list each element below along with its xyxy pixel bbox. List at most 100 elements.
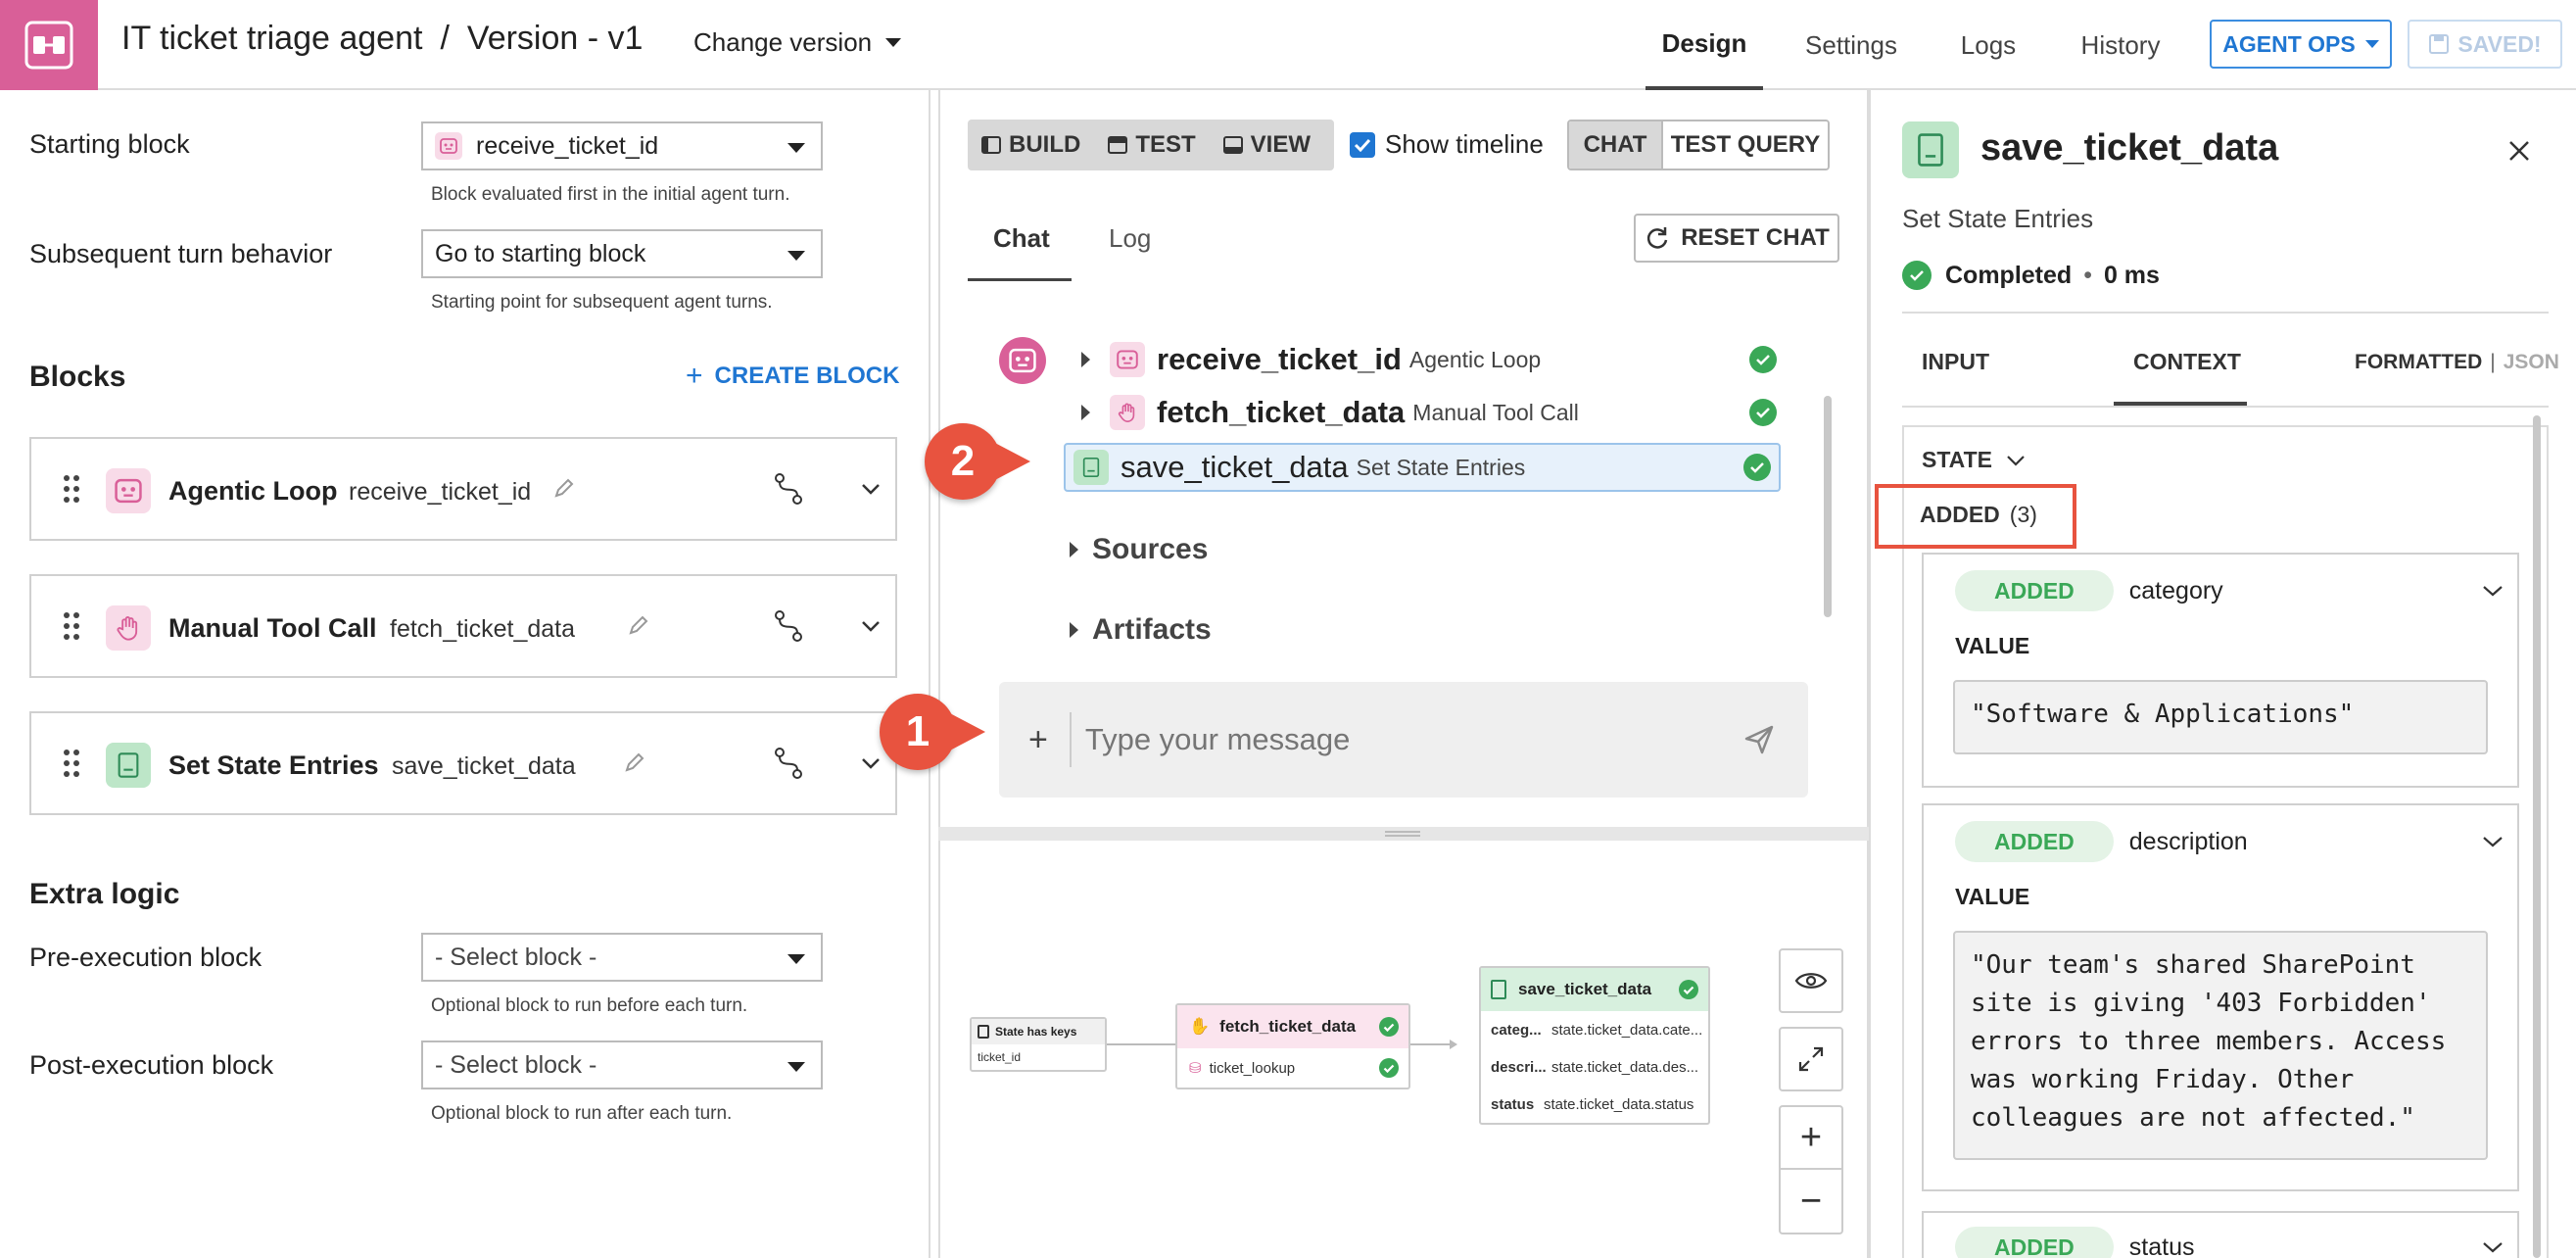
send-icon[interactable] [1743, 724, 1775, 755]
change-version-dropdown[interactable]: Change version [693, 27, 902, 58]
zoom-out-button[interactable]: − [1781, 1170, 1841, 1233]
chevron-down-icon[interactable] [860, 752, 882, 774]
plus-icon[interactable]: + [1028, 721, 1048, 759]
pre-execution-select[interactable]: - Select block - [421, 933, 823, 982]
subsequent-turn-select[interactable]: Go to starting block [421, 229, 823, 278]
tool-name: ticket_lookup [1209, 1059, 1296, 1077]
entry-key: category [2128, 576, 2223, 605]
view-mode-button[interactable]: VIEW [1210, 120, 1324, 170]
scrollbar[interactable] [1824, 396, 1832, 617]
set-state-icon [1073, 450, 1109, 485]
block-type: Manual Tool Call [168, 613, 377, 643]
details-title: save_ticket_data [1980, 127, 2279, 169]
agent-ops-button[interactable]: AGENT OPS [2210, 20, 2392, 69]
added-badge: ADDED [1955, 821, 2114, 862]
close-icon[interactable] [2507, 139, 2531, 163]
timeline-item-fetch-ticket-data[interactable]: fetch_ticket_data Manual Tool Call [1062, 388, 1777, 437]
chevron-down-icon[interactable] [2482, 1240, 2504, 1254]
tab-context[interactable]: CONTEXT [2133, 349, 2241, 375]
active-tab-indicator [968, 278, 1072, 281]
badge-pointer-2 [991, 441, 1030, 482]
annotation-badge-1: 1 [880, 694, 956, 770]
state-section-header[interactable]: STATE [1922, 447, 2026, 473]
nav-history[interactable]: History [2067, 0, 2174, 90]
expand-triangle-icon[interactable] [1081, 405, 1090, 420]
page-title: IT ticket triage agent / Version - v1 [121, 20, 643, 58]
chevron-down-icon[interactable] [860, 478, 882, 500]
chat-mode-button[interactable]: CHAT [1569, 121, 1661, 169]
block-card-agentic-loop[interactable]: Agentic Loop receive_ticket_id [29, 437, 897, 541]
pre-execution-label: Pre-execution block [29, 943, 262, 972]
chevron-down-icon[interactable] [2482, 835, 2504, 848]
chevron-down-icon[interactable] [2482, 584, 2504, 598]
title-separator: / [440, 20, 450, 57]
starting-block-select[interactable]: receive_ticket_id [421, 121, 823, 170]
caret-down-icon [787, 954, 805, 964]
checkbox-checked-icon[interactable] [1350, 131, 1375, 158]
eye-button[interactable] [1779, 948, 1843, 1013]
block-card-manual-tool-call[interactable]: Manual Tool Call fetch_ticket_data [29, 574, 897, 678]
app-logo[interactable] [0, 0, 98, 90]
saved-button[interactable]: SAVED! [2408, 20, 2562, 69]
route-icon[interactable] [772, 609, 805, 643]
flow-node-save-ticket-data[interactable]: save_ticket_data categ... state.ticket_da… [1479, 966, 1710, 1125]
nav-settings[interactable]: Settings [1792, 0, 1910, 90]
tab-log[interactable]: Log [1109, 223, 1151, 254]
entry-header[interactable]: ADDED description [1955, 821, 2504, 862]
pre-execution-help: Optional block to run before each turn. [431, 995, 748, 1016]
block-card-set-state-entries[interactable]: Set State Entries save_ticket_data [29, 711, 897, 815]
route-icon[interactable] [772, 747, 805, 780]
row-value: state.ticket_data.status [1544, 1095, 1694, 1113]
json-toggle[interactable]: JSON [2504, 351, 2559, 374]
edit-pencil-icon[interactable] [552, 476, 576, 500]
message-input[interactable] [1084, 722, 1743, 757]
plus-icon: + [686, 360, 703, 392]
agent-ops-label: AGENT OPS [2222, 30, 2356, 57]
nav-logs[interactable]: Logs [1939, 0, 2037, 90]
sources-section[interactable]: Sources [1070, 533, 1208, 566]
flow-node-state[interactable]: State has keys ticket_id [970, 1017, 1107, 1072]
edit-pencil-icon[interactable] [627, 613, 650, 637]
state-entry-status: ADDED status [1922, 1211, 2519, 1258]
entry-header[interactable]: ADDED category [1955, 570, 2504, 611]
test-mode-button[interactable]: TEST [1094, 120, 1209, 170]
drag-handle-icon[interactable] [63, 749, 80, 778]
pre-execution-value: - Select block - [435, 943, 597, 971]
build-mode-button[interactable]: BUILD [968, 120, 1094, 170]
zoom-in-button[interactable]: + [1781, 1107, 1841, 1170]
check-circle-icon [1379, 1058, 1399, 1078]
edit-pencil-icon[interactable] [623, 750, 646, 774]
fit-view-button[interactable] [1779, 1027, 1843, 1091]
layout-icon [1108, 136, 1128, 154]
agent-icon [24, 21, 73, 70]
timeline-item-receive-ticket-id[interactable]: receive_ticket_id Agentic Loop [1062, 335, 1777, 384]
reset-chat-button[interactable]: RESET CHAT [1634, 214, 1839, 263]
test-query-button[interactable]: TEST QUERY [1661, 121, 1828, 169]
flow-node-fetch-ticket-data[interactable]: ✋ fetch_ticket_data ⛁ ticket_lookup [1175, 1003, 1410, 1089]
timeline-item-type: Set State Entries [1356, 454, 1526, 480]
tab-input[interactable]: INPUT [1922, 349, 1989, 375]
drag-handle-icon[interactable] [63, 474, 80, 504]
show-timeline-checkbox[interactable]: Show timeline [1350, 129, 1544, 160]
left-divider[interactable] [929, 90, 930, 1258]
divider [1902, 406, 2549, 408]
route-icon[interactable] [772, 472, 805, 506]
post-execution-select[interactable]: - Select block - [421, 1040, 823, 1089]
set-state-icon [106, 743, 151, 788]
artifacts-section[interactable]: Artifacts [1070, 613, 1212, 647]
chevron-down-icon[interactable] [860, 615, 882, 637]
added-header[interactable]: ADDED (3) [1920, 502, 2037, 528]
expand-triangle-icon[interactable] [1081, 352, 1090, 367]
timeline-item-save-ticket-data[interactable]: save_ticket_data Set State Entries [1064, 443, 1781, 492]
create-block-button[interactable]: + CREATE BLOCK [686, 360, 899, 392]
post-execution-value: - Select block - [435, 1050, 597, 1079]
tab-chat[interactable]: Chat [993, 223, 1050, 254]
scrollbar[interactable] [2533, 415, 2541, 1258]
nav-design[interactable]: Design [1646, 0, 1763, 90]
entry-header[interactable]: ADDED status [1955, 1227, 2504, 1258]
splitter-handle-icon[interactable] [1385, 831, 1420, 837]
caret-down-icon [787, 251, 805, 261]
extra-logic-heading: Extra logic [29, 878, 180, 910]
formatted-toggle[interactable]: FORMATTED [2355, 351, 2482, 374]
drag-handle-icon[interactable] [63, 611, 80, 641]
